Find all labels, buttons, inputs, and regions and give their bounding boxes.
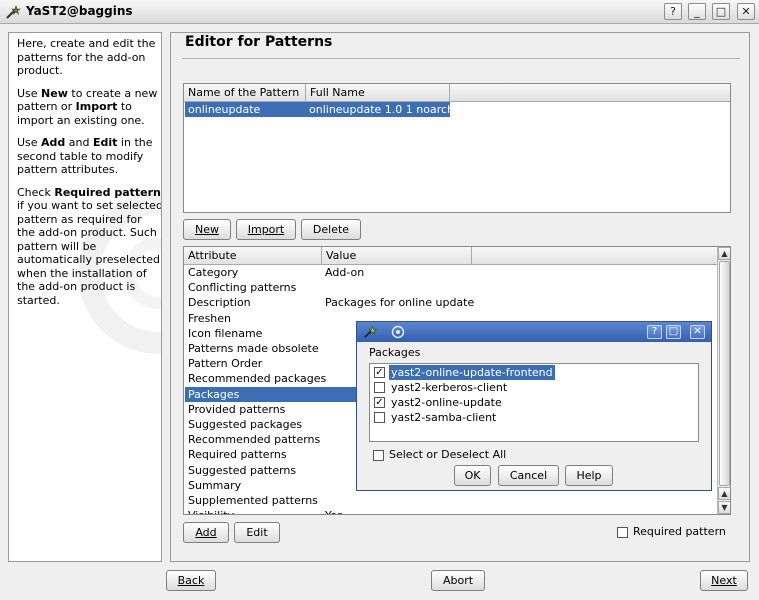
dialog-ok-button[interactable]: OK — [454, 465, 491, 486]
attribute-row-name[interactable]: Supplemented patterns — [185, 493, 322, 508]
abort-button[interactable]: Abort — [431, 570, 485, 591]
edit-button[interactable]: Edit — [234, 522, 280, 543]
patterns-header-filler — [450, 84, 730, 102]
attribute-row-value[interactable]: Add-on — [322, 265, 472, 280]
package-item[interactable]: yast2-kerberos-client — [371, 380, 548, 395]
attribute-row-name[interactable]: Summary — [185, 478, 322, 493]
attribute-row-name[interactable]: Category — [185, 265, 322, 280]
attributes-scrollbar[interactable]: ▲ ▲ ▼ — [717, 247, 730, 514]
package-item[interactable]: ✓ yast2-online-update — [371, 395, 548, 410]
page-title: Editor for Patterns — [185, 34, 333, 50]
packages-list[interactable]: ✓ yast2-online-update-frontend yast2-kerbe… — [369, 363, 699, 442]
required-pattern-checkbox[interactable] — [617, 527, 628, 538]
window-title: YaST2@baggins — [26, 4, 133, 18]
window-minimize-button[interactable]: _ — [688, 3, 706, 20]
patterns-header-name[interactable]: Name of the Pattern — [184, 84, 306, 102]
pattern-row-fullname[interactable]: onlineupdate 1.0 1 noarch — [306, 102, 454, 117]
import-button[interactable]: Import — [236, 219, 296, 240]
add-button[interactable]: Add — [183, 522, 229, 543]
package-name: yast2-online-update-frontend — [389, 365, 555, 380]
attribute-row-name[interactable]: Description — [185, 295, 322, 310]
help-pane: Here, create and edit the patterns for t… — [8, 32, 162, 562]
attribute-row-value[interactable] — [322, 280, 472, 295]
patterns-header-fullname[interactable]: Full Name — [306, 84, 450, 102]
attribute-row-name[interactable]: Freshen — [185, 311, 322, 326]
scroll-up-arrow-lower-icon[interactable]: ▲ — [718, 487, 730, 500]
patterns-table[interactable]: Name of the Pattern Full Name onlineupda… — [183, 83, 731, 213]
attribute-row-name[interactable]: Packages — [185, 386, 322, 402]
attribute-row-name[interactable]: Conflicting patterns — [185, 280, 322, 295]
package-checkbox[interactable]: ✓ — [374, 367, 385, 378]
dialog-close-button[interactable]: ✕ — [690, 325, 705, 339]
scroll-down-arrow-icon[interactable]: ▼ — [718, 501, 730, 514]
help-paragraph-add: Use Add and Edit in the second table to … — [17, 136, 153, 176]
new-button[interactable]: New — [183, 219, 231, 240]
select-all-checkbox[interactable] — [373, 450, 384, 461]
window-close-button-visible[interactable]: ✕ — [737, 3, 755, 20]
attributes-header-filler — [472, 247, 717, 265]
package-item[interactable]: yast2-samba-client — [371, 410, 548, 425]
delete-button[interactable]: Delete — [301, 219, 361, 240]
dialog-cancel-button[interactable]: Cancel — [498, 465, 559, 486]
attribute-row-name[interactable]: Suggested packages — [185, 417, 322, 432]
scroll-thumb[interactable] — [719, 261, 730, 486]
required-pattern-label: Required pattern — [633, 525, 726, 538]
dialog-help-button[interactable]: ? — [647, 325, 662, 339]
attribute-row-name[interactable]: Patterns made obsolete — [185, 341, 322, 356]
pattern-row-name[interactable]: onlineupdate — [185, 102, 306, 117]
attribute-row-name[interactable]: Visibility — [185, 508, 322, 514]
package-item[interactable]: ✓ yast2-online-update-frontend — [371, 365, 555, 380]
window-titlebar: YaST2@baggins ? _ □ □ ✕ ✕ — [0, 0, 759, 24]
packages-label: Packages — [369, 346, 421, 359]
package-name: yast2-online-update — [391, 396, 502, 409]
package-checkbox[interactable] — [374, 412, 385, 423]
package-checkbox[interactable] — [374, 382, 385, 393]
yast-wand-icon — [6, 5, 21, 19]
back-button[interactable]: Back — [166, 570, 216, 591]
attribute-row-name[interactable]: Provided patterns — [185, 402, 322, 417]
help-paragraph-required: Check Required pattern if you want to se… — [17, 185, 162, 307]
help-paragraph-new: Use New to create a new pattern or Impor… — [17, 86, 158, 127]
package-name: yast2-kerberos-client — [391, 381, 508, 394]
dialog-help-text-button[interactable]: Help — [565, 465, 613, 486]
select-all-label: Select or Deselect All — [389, 448, 507, 461]
attribute-row-name[interactable]: Required patterns — [185, 447, 322, 462]
dialog-maximize-button[interactable]: □ — [666, 325, 681, 339]
window-maximize-button-visible[interactable]: □ — [712, 3, 730, 20]
attribute-row-value[interactable]: Packages for online update — [322, 295, 474, 310]
yast-wand-icon — [364, 325, 377, 338]
attribute-row-name[interactable]: Suggested patterns — [185, 463, 322, 478]
attribute-row-value[interactable] — [322, 493, 472, 508]
sticky-pin-icon[interactable] — [391, 325, 405, 339]
dialog-titlebar: ? □ ✕ — [357, 322, 711, 342]
attribute-row-name[interactable]: Pattern Order — [185, 356, 322, 371]
attribute-row-name[interactable]: Recommended patterns — [185, 432, 322, 447]
attribute-row-name[interactable]: Recommended packages — [185, 371, 326, 386]
help-text: Here, create and edit the patterns for t… — [17, 37, 162, 316]
attribute-row-name[interactable]: Icon filename — [185, 326, 322, 341]
title-divider — [182, 58, 740, 59]
packages-dialog: ? □ ✕ Packages ✓ yast2-online-update-fron… — [356, 321, 712, 491]
window-help-button[interactable]: ? — [664, 3, 682, 20]
help-paragraph-intro: Here, create and edit the patterns for t… — [17, 37, 156, 77]
package-name: yast2-samba-client — [391, 411, 497, 424]
scroll-up-arrow-icon[interactable]: ▲ — [718, 247, 730, 260]
attribute-row-value[interactable]: Yes — [322, 508, 472, 514]
attributes-header-attribute[interactable]: Attribute — [184, 247, 322, 265]
next-button[interactable]: Next — [700, 570, 748, 591]
package-checkbox[interactable]: ✓ — [374, 397, 385, 408]
attributes-header-value[interactable]: Value — [322, 247, 472, 265]
